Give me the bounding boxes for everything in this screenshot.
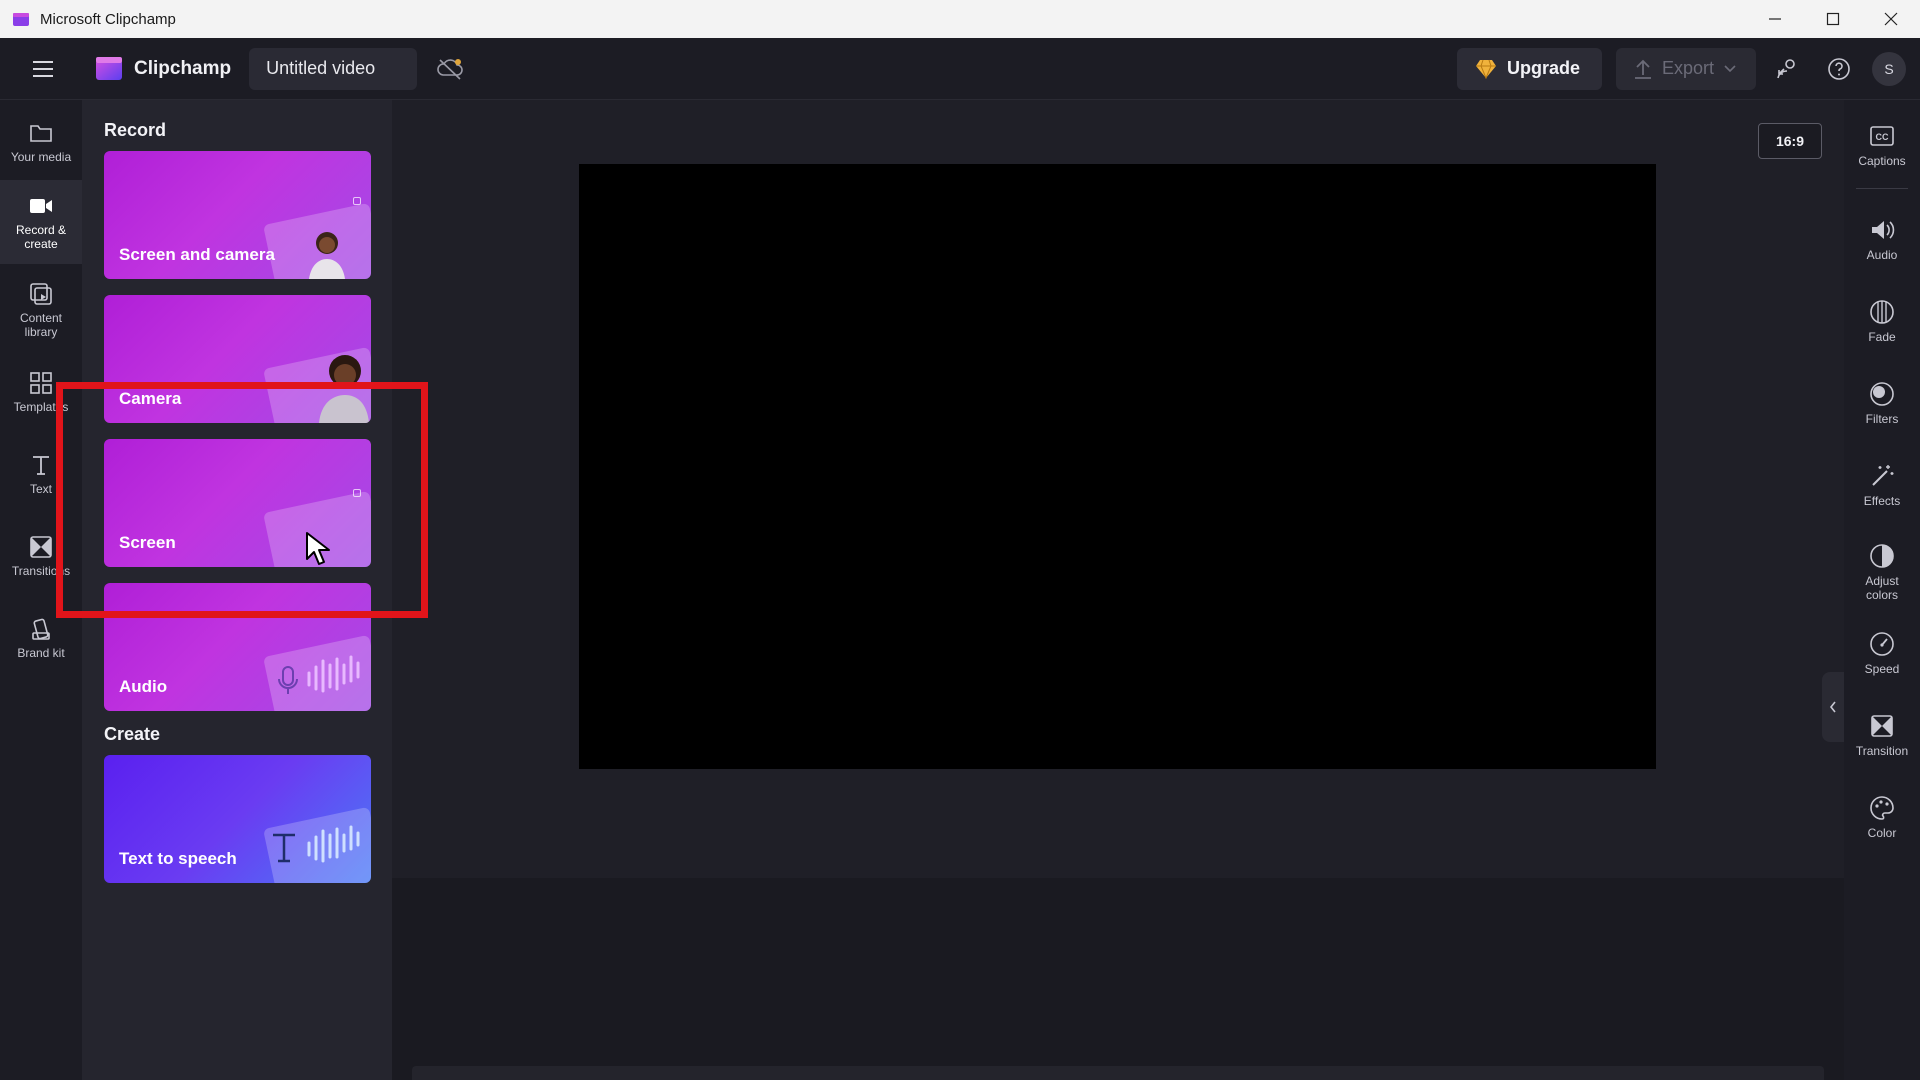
card-label: Audio xyxy=(119,677,168,696)
chevron-left-icon xyxy=(1829,701,1836,713)
window-title-bar: Microsoft Clipchamp xyxy=(0,0,1920,38)
upgrade-label: Upgrade xyxy=(1506,58,1580,78)
aspect-ratio-button[interactable]: 16:9 xyxy=(1758,123,1822,159)
timeline-area[interactable] xyxy=(392,878,1844,1080)
highlight-box xyxy=(56,382,428,618)
window-title: Microsoft Clipchamp xyxy=(40,10,176,28)
speed-button[interactable]: Speed xyxy=(1844,618,1920,688)
transition-icon xyxy=(1871,715,1893,737)
adjust-colors-button[interactable]: Adjust colors xyxy=(1844,530,1920,614)
captions-icon: CC xyxy=(1870,126,1894,146)
user-avatar[interactable]: S xyxy=(1872,51,1906,86)
clipchamp-app-icon xyxy=(13,13,29,26)
r-label: Fade xyxy=(1868,330,1896,344)
right-properties-panel: CC Captions Audio Fade Filters Effects A… xyxy=(1844,100,1920,1080)
folder-icon xyxy=(30,125,52,142)
speaker-icon xyxy=(1872,221,1895,239)
captions-button[interactable]: CC Captions xyxy=(1844,110,1920,180)
close-icon xyxy=(1884,12,1898,26)
fade-icon xyxy=(1870,300,1894,324)
nav-label: Text xyxy=(29,482,52,496)
r-label: Adjust colors xyxy=(1865,574,1899,602)
text-waveform-icon xyxy=(273,825,360,863)
card-decoration-dot xyxy=(353,197,361,205)
templates-icon xyxy=(30,372,52,394)
video-camera-icon xyxy=(30,199,52,213)
nav-label: Brand kit xyxy=(17,646,65,660)
record-heading: Record xyxy=(104,120,167,140)
clipchamp-logo-icon xyxy=(96,56,122,80)
maximize-button[interactable] xyxy=(1804,0,1862,38)
card-label: Screen and camera xyxy=(119,245,275,264)
brand-logo: Clipchamp xyxy=(94,54,231,84)
r-label: Filters xyxy=(1865,412,1899,426)
help-button[interactable] xyxy=(1818,48,1860,90)
maximize-icon xyxy=(1826,12,1840,26)
person-thumbnail-icon xyxy=(309,232,345,279)
share-people-icon xyxy=(1777,58,1795,78)
app-top-bar: Clipchamp Untitled video Upgrade Export xyxy=(0,38,1920,100)
microphone-waveform-icon xyxy=(278,655,360,694)
nav-content-library[interactable]: Content library xyxy=(0,270,82,350)
transitions-icon xyxy=(30,536,52,558)
share-button[interactable] xyxy=(1766,48,1808,90)
right-panel-divider xyxy=(1856,188,1908,189)
help-icon xyxy=(1828,57,1850,80)
nav-record-create[interactable]: Record & create xyxy=(0,180,82,264)
nav-label: Content library xyxy=(19,311,63,339)
card-label: Text to speech xyxy=(119,849,237,868)
video-title-field[interactable]: Untitled video xyxy=(249,47,418,90)
diamond-icon xyxy=(1475,59,1496,79)
minimize-icon xyxy=(1769,18,1781,20)
nav-label: Your media xyxy=(10,150,72,164)
cloud-off-icon xyxy=(437,58,463,80)
filters-button[interactable]: Filters xyxy=(1844,368,1920,438)
effects-button[interactable]: Effects xyxy=(1844,450,1920,520)
audio-button[interactable]: Audio xyxy=(1844,204,1920,274)
r-label: Transition xyxy=(1855,744,1909,758)
create-heading: Create xyxy=(104,724,161,744)
library-icon xyxy=(30,283,52,305)
chevron-down-icon xyxy=(1724,64,1736,72)
r-label: Effects xyxy=(1863,494,1901,508)
transition-button[interactable]: Transition xyxy=(1844,700,1920,770)
export-button[interactable]: Export xyxy=(1615,47,1756,90)
mouse-cursor-icon xyxy=(306,532,330,565)
filters-icon xyxy=(1870,382,1894,406)
brand-name: Clipchamp xyxy=(134,57,232,79)
speedometer-icon xyxy=(1870,632,1894,656)
timeline-scrollbar[interactable] xyxy=(412,1066,1824,1080)
collapse-right-panel-button[interactable] xyxy=(1822,672,1844,742)
brand-kit-icon xyxy=(32,618,50,640)
r-label: Captions xyxy=(1858,154,1906,168)
color-button[interactable]: Color xyxy=(1844,782,1920,852)
fade-button[interactable]: Fade xyxy=(1844,286,1920,356)
export-label: Export xyxy=(1661,58,1714,78)
r-label: Color xyxy=(1867,826,1897,840)
text-to-speech-card[interactable]: Text to speech xyxy=(104,755,371,883)
nav-your-media[interactable]: Your media xyxy=(0,104,82,180)
video-preview[interactable] xyxy=(579,164,1656,769)
menu-button[interactable] xyxy=(26,52,60,86)
r-label: Speed xyxy=(1864,662,1900,676)
sync-status-button[interactable] xyxy=(435,54,465,84)
contrast-icon xyxy=(1870,544,1894,568)
r-label: Audio xyxy=(1866,248,1898,262)
magic-wand-icon xyxy=(1872,465,1894,486)
text-icon xyxy=(33,456,49,475)
svg-text:CC: CC xyxy=(1876,132,1889,142)
nav-label: Record & create xyxy=(15,223,67,251)
minimize-button[interactable] xyxy=(1746,0,1804,38)
screen-and-camera-card[interactable]: Screen and camera xyxy=(104,151,371,279)
upgrade-button[interactable]: Upgrade xyxy=(1456,47,1602,90)
close-window-button[interactable] xyxy=(1862,0,1920,38)
hamburger-icon xyxy=(33,60,53,77)
palette-icon xyxy=(1870,796,1894,820)
upload-icon xyxy=(1634,59,1651,79)
